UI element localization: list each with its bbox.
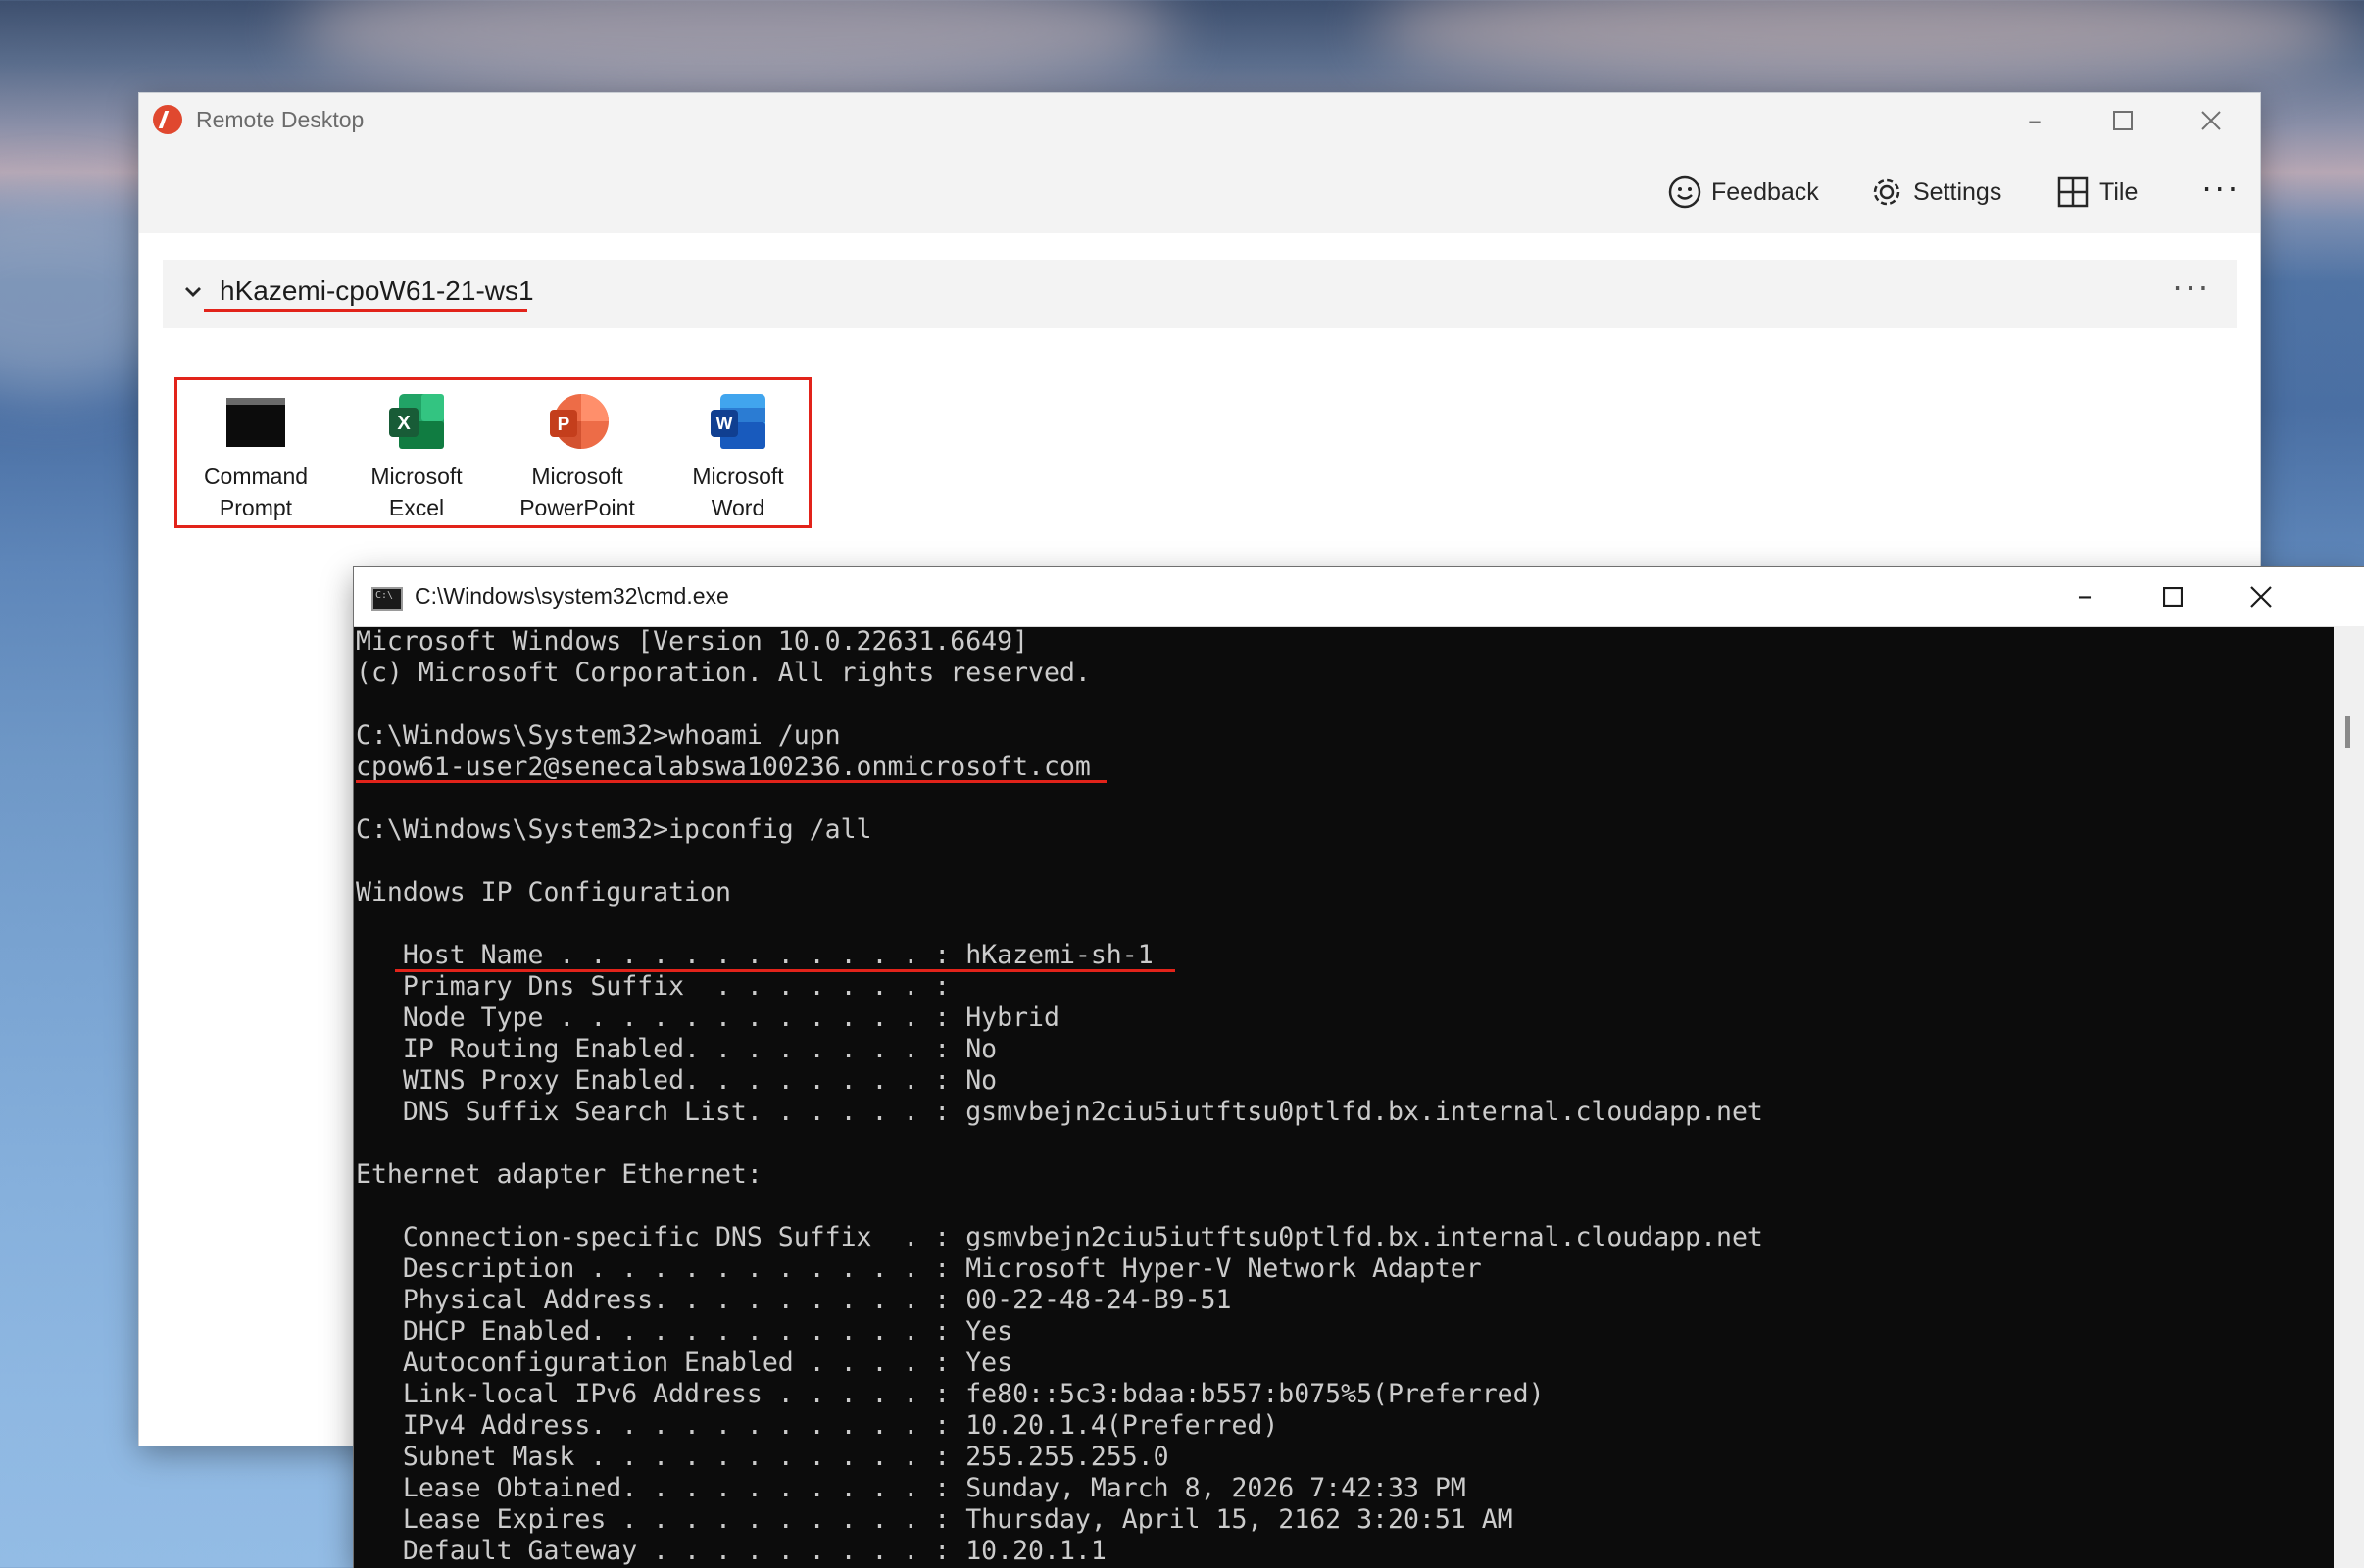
terminal-line: DHCP Enabled. . . . . . . . . . . : Yes xyxy=(356,1316,1013,1347)
wallpaper-cloud xyxy=(294,0,1176,98)
terminal-line: IPv4 Address. . . . . . . . . . . : 10.2… xyxy=(356,1410,1279,1441)
workspace-group-header[interactable]: hKazemi-cpoW61-21-ws1 ··· xyxy=(163,260,2237,328)
gear-icon xyxy=(1870,175,1903,209)
cmd-minimize-button[interactable]: – xyxy=(2045,575,2124,618)
vertical-scrollbar[interactable] xyxy=(2334,626,2364,1568)
terminal-line: Windows IP Configuration xyxy=(356,877,731,907)
terminal-line: Node Type . . . . . . . . . . . . : Hybr… xyxy=(356,1003,1059,1033)
svg-text:W: W xyxy=(716,414,733,433)
minimize-button[interactable]: – xyxy=(2005,99,2064,142)
word-icon: W xyxy=(707,390,769,453)
app-label-line2: Word xyxy=(711,495,765,520)
app-tile-word[interactable]: W Microsoft Word xyxy=(660,390,816,523)
annotation-underline xyxy=(204,309,527,312)
feedback-button[interactable]: Feedback xyxy=(1668,172,1819,212)
remote-desktop-logo-icon xyxy=(153,105,182,134)
terminal-line: (c) Microsoft Corporation. All rights re… xyxy=(356,658,1091,688)
more-options-button[interactable]: ··· xyxy=(2201,173,2241,205)
app-tile-excel[interactable]: X Microsoft Excel xyxy=(338,390,495,523)
cmd-window: C:\ C:\Windows\system32\cmd.exe – Micros… xyxy=(354,567,2364,1568)
tile-grid-icon xyxy=(2056,175,2090,209)
maximize-button[interactable] xyxy=(2093,99,2152,142)
terminal-line: Microsoft Windows [Version 10.0.22631.66… xyxy=(356,626,1029,657)
app-list-highlight: Command Prompt X Microsoft Excel P Micro… xyxy=(174,377,812,528)
cmd-maximize-button[interactable] xyxy=(2134,575,2212,618)
terminal-output[interactable]: Microsoft Windows [Version 10.0.22631.66… xyxy=(354,626,2236,1568)
terminal-line: Link-local IPv6 Address . . . . . : fe80… xyxy=(356,1379,1545,1409)
app-label-line2: Excel xyxy=(388,495,445,520)
close-button[interactable] xyxy=(2182,99,2241,142)
terminal-line: Default Gateway . . . . . . . . . : 10.2… xyxy=(356,1536,1107,1566)
terminal-line: DNS Suffix Search List. . . . . . : gsmv… xyxy=(356,1097,1763,1127)
terminal-line: IP Routing Enabled. . . . . . . . : No xyxy=(356,1034,998,1064)
app-label-line1: Microsoft xyxy=(370,464,463,489)
terminal-line: WINS Proxy Enabled. . . . . . . . : No xyxy=(356,1065,998,1096)
cmd-window-title: C:\Windows\system32\cmd.exe xyxy=(415,583,729,609)
window-title: Remote Desktop xyxy=(196,107,365,132)
terminal-line: Description . . . . . . . . . . . : Micr… xyxy=(356,1253,1482,1284)
terminal-line: Host Name . . . . . . . . . . . . : hKaz… xyxy=(356,940,1154,970)
cmd-window-icon: C:\ xyxy=(371,587,403,611)
powerpoint-icon: P xyxy=(546,390,609,453)
terminal-line: Lease Obtained. . . . . . . . . . : Sund… xyxy=(356,1473,1466,1503)
tile-label: Tile xyxy=(2099,177,2139,206)
cmd-close-button[interactable] xyxy=(2222,575,2300,618)
terminal-line: C:\Windows\System32>ipconfig /all xyxy=(356,814,872,845)
excel-icon: X xyxy=(385,390,448,453)
cmd-title-bar[interactable]: C:\ C:\Windows\system32\cmd.exe – xyxy=(354,567,2364,627)
workspace-name: hKazemi-cpoW61-21-ws1 xyxy=(220,275,534,306)
terminal-line: Ethernet adapter Ethernet: xyxy=(356,1159,763,1190)
command-prompt-icon xyxy=(224,390,287,453)
feedback-label: Feedback xyxy=(1711,177,1819,206)
terminal-line: Lease Expires . . . . . . . . . . : Thur… xyxy=(356,1504,1513,1535)
title-bar[interactable]: Remote Desktop – xyxy=(139,93,2260,147)
terminal-line: C:\Windows\System32>whoami /upn xyxy=(356,720,841,751)
settings-button[interactable]: Settings xyxy=(1870,172,2001,212)
wallpaper-cloud xyxy=(1372,0,2352,88)
workspace-more-button[interactable]: ··· xyxy=(2172,270,2211,307)
smiley-icon xyxy=(1668,175,1701,209)
svg-text:P: P xyxy=(558,415,570,435)
tile-button[interactable]: Tile xyxy=(2056,172,2138,212)
chevron-down-icon[interactable] xyxy=(180,279,206,305)
toolbar: Feedback Settings Tile ··· xyxy=(139,147,2260,233)
app-label-line1: Microsoft xyxy=(531,464,623,489)
app-label-line1: Command xyxy=(203,464,309,489)
terminal-line: Physical Address. . . . . . . . . : 00-2… xyxy=(356,1285,1232,1315)
scrollbar-thumb[interactable] xyxy=(2345,716,2350,748)
terminal-line: cpow61-user2@senecalabswa100236.onmicros… xyxy=(356,752,1091,782)
annotation-underline xyxy=(356,780,1107,783)
terminal-line: Subnet Mask . . . . . . . . . . . : 255.… xyxy=(356,1442,1169,1472)
app-label-line2: PowerPoint xyxy=(519,495,635,520)
settings-label: Settings xyxy=(1913,177,2002,206)
terminal-line: Connection-specific DNS Suffix . : gsmvb… xyxy=(356,1222,1763,1252)
app-tile-powerpoint[interactable]: P Microsoft PowerPoint xyxy=(499,390,656,523)
app-tile-command-prompt[interactable]: Command Prompt xyxy=(177,390,334,523)
app-label-line2: Prompt xyxy=(219,495,293,520)
terminal-line: Autoconfiguration Enabled . . . . : Yes xyxy=(356,1348,1013,1378)
svg-text:X: X xyxy=(397,413,411,434)
app-label-line1: Microsoft xyxy=(692,464,784,489)
terminal-line: Primary Dns Suffix . . . . . . . : xyxy=(356,971,951,1002)
